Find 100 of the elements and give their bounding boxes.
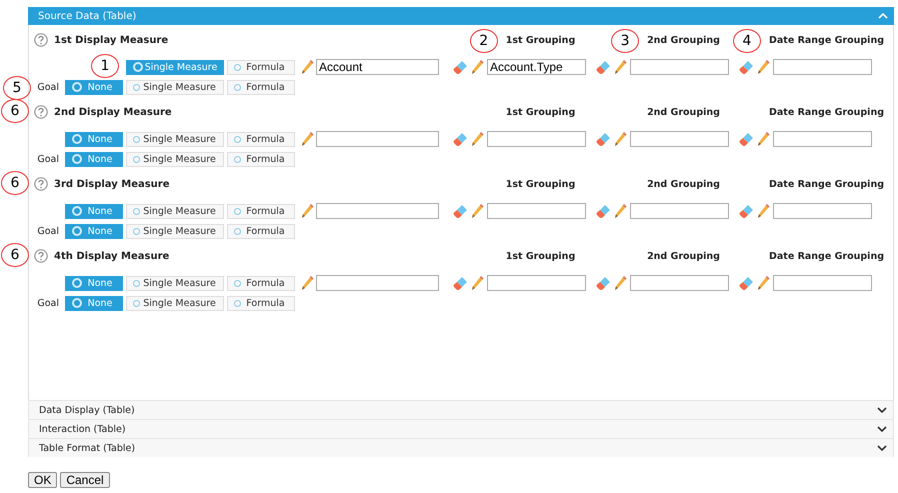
grouping-field[interactable] [773, 59, 872, 75]
grouping-field[interactable] [630, 131, 729, 147]
expand-icon[interactable] [877, 425, 887, 433]
radio-icon [234, 208, 241, 214]
pencil-icon[interactable] [301, 131, 314, 147]
radio-icon [234, 300, 241, 306]
help-icon[interactable] [34, 249, 48, 263]
radio-option[interactable]: Formula [227, 132, 295, 146]
eraser-icon[interactable] [739, 131, 754, 147]
grouping-field[interactable] [773, 203, 872, 219]
goal-label: Goal [37, 226, 59, 236]
radio-option[interactable]: Formula [227, 296, 295, 310]
radio-option[interactable]: Formula [227, 152, 295, 166]
eraser-icon[interactable] [739, 59, 754, 75]
radio-icon [133, 62, 143, 72]
help-icon[interactable] [34, 177, 48, 191]
callout-number: 2 [470, 28, 498, 52]
collapse-icon[interactable] [878, 12, 888, 20]
pencil-icon[interactable] [301, 275, 314, 291]
radio-icon [133, 156, 140, 162]
grouping-label: Date Range Grouping [768, 178, 884, 190]
eraser-icon[interactable] [596, 59, 611, 75]
grouping-label: Date Range Grouping [768, 250, 884, 262]
grouping-field[interactable] [630, 275, 729, 291]
pencil-icon[interactable] [757, 131, 770, 147]
pencil-icon[interactable] [614, 59, 627, 75]
grouping-field[interactable] [773, 275, 872, 291]
radio-icon [234, 280, 241, 286]
radio-icon [72, 82, 82, 92]
section-header[interactable]: Table Format (Table) [28, 438, 894, 457]
eraser-icon[interactable] [596, 203, 611, 219]
grouping-field[interactable] [487, 203, 586, 219]
pencil-icon[interactable] [757, 203, 770, 219]
grouping-field[interactable] [630, 203, 729, 219]
radio-option[interactable]: Formula [227, 204, 295, 218]
radio-icon [133, 228, 140, 234]
pencil-icon[interactable] [301, 203, 314, 219]
eraser-icon[interactable] [453, 203, 468, 219]
radio-option[interactable]: Single Measure [126, 80, 224, 94]
radio-option[interactable]: Single Measure [126, 204, 224, 218]
eraser-icon[interactable] [596, 131, 611, 147]
expand-icon[interactable] [877, 444, 887, 452]
radio-option[interactable]: Formula [227, 276, 295, 290]
section-header[interactable]: Interaction (Table) [28, 419, 894, 438]
pencil-icon[interactable] [471, 275, 484, 291]
measure-field[interactable] [316, 131, 439, 147]
pencil-icon[interactable] [471, 131, 484, 147]
cancel-button[interactable]: Cancel [60, 472, 110, 488]
radio-option[interactable]: Single Measure [126, 152, 224, 166]
radio-option[interactable]: Single Measure [126, 132, 224, 146]
radio-icon [234, 136, 241, 142]
grouping-field[interactable]: Account.Type [487, 59, 586, 75]
pencil-icon[interactable] [301, 59, 314, 75]
pencil-icon[interactable] [471, 203, 484, 219]
grouping-field[interactable] [487, 131, 586, 147]
measure-field[interactable] [316, 203, 439, 219]
grouping-label: Date Range Grouping [768, 106, 884, 118]
ok-button[interactable]: OK [28, 472, 58, 488]
pencil-icon[interactable] [757, 275, 770, 291]
grouping-field[interactable] [773, 131, 872, 147]
radio-icon [234, 228, 241, 234]
radio-icon [133, 208, 140, 214]
eraser-icon[interactable] [453, 275, 468, 291]
pencil-icon[interactable] [614, 203, 627, 219]
pencil-icon[interactable] [757, 59, 770, 75]
radio-icon [133, 280, 140, 286]
eraser-icon[interactable] [453, 59, 468, 75]
radio-icon [133, 136, 140, 142]
pencil-icon[interactable] [614, 275, 627, 291]
radio-icon [133, 84, 140, 90]
callout-number: 6 [1, 99, 29, 123]
help-icon[interactable] [34, 33, 48, 47]
radio-option[interactable]: Formula [227, 60, 295, 74]
measure-field[interactable] [316, 275, 439, 291]
radio-option[interactable]: Single Measure [126, 296, 224, 310]
measure-title: 2nd Display Measure [54, 106, 172, 118]
goal-label: Goal [37, 298, 59, 308]
grouping-label: 2nd Grouping [647, 250, 720, 262]
help-icon[interactable] [34, 105, 48, 119]
section-header[interactable]: Data Display (Table) [28, 400, 894, 419]
radio-option[interactable]: Formula [227, 224, 295, 238]
callout-number: 6 [1, 243, 29, 267]
radio-option[interactable]: Single Measure [126, 276, 224, 290]
grouping-label: 1st Grouping [506, 106, 576, 118]
eraser-icon[interactable] [453, 131, 468, 147]
measure-title: 1st Display Measure [54, 34, 168, 46]
grouping-field[interactable] [630, 59, 729, 75]
callout-number: 5 [3, 76, 31, 100]
grouping-field[interactable] [487, 275, 586, 291]
goal-label: Goal [37, 82, 59, 92]
eraser-icon[interactable] [739, 203, 754, 219]
pencil-icon[interactable] [471, 59, 484, 75]
eraser-icon[interactable] [739, 275, 754, 291]
eraser-icon[interactable] [596, 275, 611, 291]
radio-option[interactable]: Single Measure [126, 224, 224, 238]
expand-icon[interactable] [877, 406, 887, 414]
measure-field[interactable]: Account [316, 59, 439, 75]
callout-number: 1 [91, 54, 119, 78]
pencil-icon[interactable] [614, 131, 627, 147]
radio-option[interactable]: Formula [227, 80, 295, 94]
